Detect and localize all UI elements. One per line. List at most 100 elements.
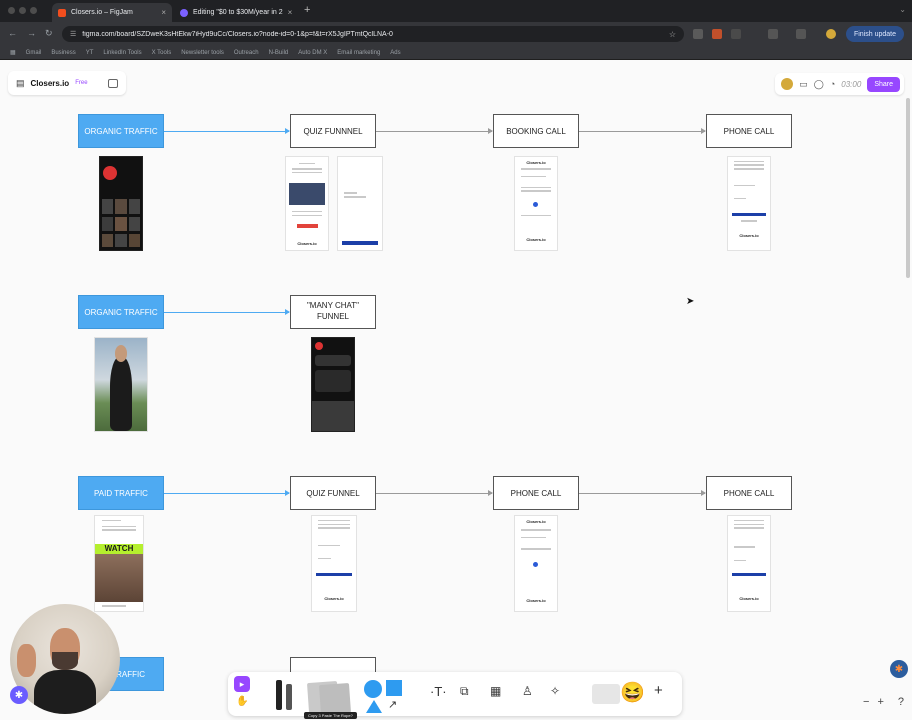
emoji-icon[interactable]: 😆 [620, 680, 645, 705]
avatar[interactable] [781, 78, 794, 90]
bookmark-item[interactable]: Auto DM X [298, 50, 327, 56]
bookmark-item[interactable]: N-Build [269, 50, 289, 56]
text-icon[interactable]: ·T· [430, 684, 447, 699]
chat-icon[interactable]: ◯ [814, 79, 824, 90]
flow-node-paid-traffic[interactable]: PAID TRAFFIC [78, 476, 164, 510]
extension-icon[interactable] [693, 29, 703, 39]
vertical-scrollbar[interactable] [906, 98, 910, 278]
bookmark-item[interactable]: LinkedIn Tools [103, 50, 141, 56]
section-icon[interactable]: ⧉ [460, 684, 469, 699]
flow-node-phone-call[interactable]: PHONE CALL [706, 114, 792, 148]
booking-page-thumbnail[interactable]: Closers.io Closers.io [514, 156, 558, 251]
extension-icon[interactable] [731, 29, 741, 39]
flow-node-many-chat-funnel[interactable]: "MANY CHAT" FUNNEL [290, 295, 376, 329]
extensions-puzzle-icon[interactable] [768, 29, 778, 39]
forward-icon[interactable]: → [27, 28, 36, 38]
plus-icon[interactable]: + [654, 682, 663, 699]
apps-grid-icon[interactable]: ▦ [10, 49, 16, 56]
assistant-icon[interactable]: ✱ [890, 660, 908, 678]
bookmark-item[interactable]: Email marketing [337, 50, 380, 56]
file-name[interactable]: Closers.io [31, 79, 70, 88]
finish-update-button[interactable]: Finish update [845, 26, 904, 42]
flow-node-phone-call[interactable]: PHONE CALL [493, 476, 579, 510]
sidebar-icon[interactable] [796, 29, 806, 39]
marker-icon[interactable] [286, 684, 292, 710]
flow-node-quiz-funnel[interactable]: QUIZ FUNNEL [290, 476, 376, 510]
back-icon[interactable]: ← [8, 28, 17, 38]
presenter-image [34, 670, 96, 714]
window-zoom-dot[interactable] [30, 7, 37, 14]
booking-page-thumbnail[interactable]: Closers.io Closers.io [514, 515, 558, 612]
stickers-icon[interactable] [592, 684, 620, 704]
bookmark-item[interactable]: Outreach [234, 50, 259, 56]
quiz-page-thumbnail[interactable]: Closers.io [311, 515, 357, 612]
phone-call-page-thumbnail[interactable]: Closers.io [727, 156, 771, 251]
menu-icon[interactable]: ▤ [16, 78, 25, 89]
reload-icon[interactable]: ↻ [45, 28, 53, 39]
pen-icon[interactable] [276, 680, 282, 710]
window-close-dot[interactable] [8, 7, 15, 14]
help-icon[interactable]: ? [898, 696, 904, 708]
flow-node-organic-traffic[interactable]: ORGANIC TRAFFIC [78, 295, 164, 329]
bookmark-item[interactable]: Gmail [26, 50, 42, 56]
share-button[interactable]: Share [867, 76, 900, 92]
sticky-note-icon[interactable] [318, 682, 352, 716]
pages-icon[interactable] [107, 78, 118, 88]
tab-figjam[interactable]: Closers.io – FigJam × [52, 3, 172, 22]
connector-arrow[interactable] [164, 490, 290, 496]
paid-ad-thumbnail[interactable]: WATCH THIS [94, 515, 144, 612]
ad-video[interactable] [95, 554, 143, 602]
flow-node-organic-traffic[interactable]: ORGANIC TRAFFIC [78, 114, 164, 148]
connector-arrow[interactable] [164, 309, 290, 315]
new-tab-button[interactable]: + [304, 4, 310, 16]
close-icon[interactable]: × [161, 8, 166, 17]
connector-arrow[interactable] [164, 128, 290, 134]
figjam-toolbar: ▸ ✋ ↗ ·T· ⧉ ▦ ♙ ✧ 😆 + [228, 672, 682, 716]
arrow-icon[interactable]: ↗ [388, 698, 397, 711]
connector-arrow[interactable] [376, 490, 493, 496]
connector-arrow[interactable] [579, 128, 706, 134]
address-bar[interactable]: ☰ figma.com/board/SZDweK3sHtEkw7iHyd9uCc… [62, 26, 684, 42]
phone-call-page-thumbnail[interactable]: Closers.io [727, 515, 771, 612]
bookmark-item[interactable]: Newsletter tools [181, 50, 224, 56]
site-settings-icon[interactable]: ☰ [70, 30, 76, 38]
table-icon[interactable]: ▦ [490, 684, 501, 698]
reel-video-thumbnail[interactable] [94, 337, 148, 432]
window-minimize-dot[interactable] [19, 7, 26, 14]
timer-icon[interactable]: ◔ [830, 79, 835, 89]
bookmark-item[interactable]: Business [51, 50, 75, 56]
instagram-dm-thumbnail[interactable] [311, 337, 355, 432]
quiz-question-thumbnail[interactable] [337, 156, 383, 251]
bookmarks-bar: ▦ Gmail Business YT LinkedIn Tools X Too… [0, 46, 912, 60]
bookmark-item[interactable]: X Tools [152, 50, 172, 56]
chevron-down-icon[interactable]: ⌄ [899, 5, 906, 14]
stamp-icon[interactable]: ♙ [522, 684, 533, 698]
extension-icon[interactable] [712, 29, 722, 39]
bookmark-item[interactable]: Ads [390, 50, 400, 56]
close-icon[interactable]: × [288, 8, 293, 17]
bookmark-star-icon[interactable]: ☆ [669, 30, 676, 39]
square-shape-icon[interactable] [386, 680, 402, 696]
flow-node-phone-call[interactable]: PHONE CALL [706, 476, 792, 510]
layout-icon[interactable]: ▭ [799, 79, 808, 90]
widget-icon[interactable]: ✧ [550, 684, 560, 698]
flow-node-quiz-funnel[interactable]: QUIZ FUNNNEL [290, 114, 376, 148]
connector-arrow[interactable] [579, 490, 706, 496]
timer-value[interactable]: 03:00 [841, 80, 861, 89]
flow-node-booking-call[interactable]: BOOKING CALL [493, 114, 579, 148]
zoom-in-icon[interactable]: + [877, 696, 883, 708]
circle-shape-icon[interactable] [364, 680, 382, 698]
bookmark-item[interactable]: YT [86, 50, 94, 56]
cursor-icon[interactable]: ▸ [234, 676, 250, 692]
url-text: figma.com/board/SZDweK3sHtEkw7iHyd9uCc/C… [82, 30, 393, 38]
video-thumbnail[interactable] [288, 183, 326, 206]
zoom-out-icon[interactable]: − [863, 696, 869, 708]
triangle-shape-icon[interactable] [366, 700, 382, 713]
instagram-profile-thumbnail[interactable] [99, 156, 143, 251]
quiz-page-thumbnail[interactable]: Closers.io [285, 156, 329, 251]
hand-icon[interactable]: ✋ [236, 696, 248, 707]
recorder-icon[interactable]: ✱ [10, 686, 28, 704]
connector-arrow[interactable] [376, 128, 493, 134]
profile-avatar[interactable] [826, 29, 836, 39]
tab-editing[interactable]: Editing "$0 to $30M/year in 2 × [174, 3, 298, 22]
